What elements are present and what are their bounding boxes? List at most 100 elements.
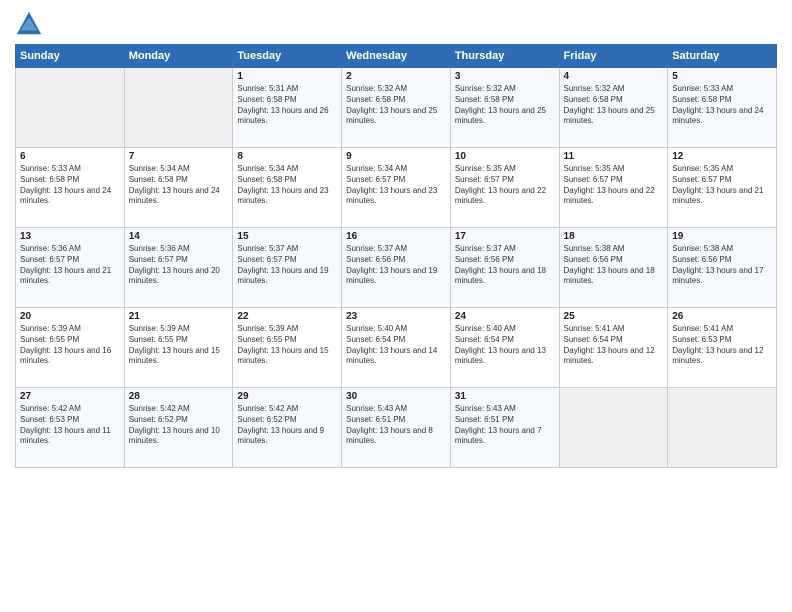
calendar-table: SundayMondayTuesdayWednesdayThursdayFrid… <box>15 44 777 468</box>
day-detail: Sunrise: 5:34 AMSunset: 6:58 PMDaylight:… <box>129 164 229 207</box>
day-number: 14 <box>129 231 229 242</box>
calendar-week-3: 13 Sunrise: 5:36 AMSunset: 6:57 PMDayligh… <box>16 228 777 308</box>
day-number: 29 <box>237 391 337 402</box>
calendar-cell <box>124 68 233 148</box>
weekday-header-sunday: Sunday <box>16 45 125 68</box>
header <box>15 10 777 38</box>
weekday-header-wednesday: Wednesday <box>342 45 451 68</box>
day-detail: Sunrise: 5:39 AMSunset: 6:55 PMDaylight:… <box>237 324 337 367</box>
calendar-cell: 22 Sunrise: 5:39 AMSunset: 6:55 PMDayligh… <box>233 308 342 388</box>
calendar-cell: 12 Sunrise: 5:35 AMSunset: 6:57 PMDayligh… <box>668 148 777 228</box>
calendar-cell: 9 Sunrise: 5:34 AMSunset: 6:57 PMDaylight… <box>342 148 451 228</box>
day-number: 28 <box>129 391 229 402</box>
weekday-header-saturday: Saturday <box>668 45 777 68</box>
day-number: 19 <box>672 231 772 242</box>
day-detail: Sunrise: 5:40 AMSunset: 6:54 PMDaylight:… <box>455 324 555 367</box>
day-number: 10 <box>455 151 555 162</box>
calendar-cell: 31 Sunrise: 5:43 AMSunset: 6:51 PMDayligh… <box>450 388 559 468</box>
day-detail: Sunrise: 5:42 AMSunset: 6:52 PMDaylight:… <box>237 404 337 447</box>
day-detail: Sunrise: 5:37 AMSunset: 6:56 PMDaylight:… <box>346 244 446 287</box>
calendar-cell: 23 Sunrise: 5:40 AMSunset: 6:54 PMDayligh… <box>342 308 451 388</box>
calendar-cell <box>668 388 777 468</box>
logo <box>15 10 47 38</box>
day-number: 8 <box>237 151 337 162</box>
calendar-cell: 14 Sunrise: 5:36 AMSunset: 6:57 PMDayligh… <box>124 228 233 308</box>
day-number: 31 <box>455 391 555 402</box>
day-number: 17 <box>455 231 555 242</box>
day-number: 26 <box>672 311 772 322</box>
weekday-header-monday: Monday <box>124 45 233 68</box>
day-number: 5 <box>672 71 772 82</box>
day-number: 22 <box>237 311 337 322</box>
day-detail: Sunrise: 5:41 AMSunset: 6:53 PMDaylight:… <box>672 324 772 367</box>
calendar-cell: 3 Sunrise: 5:32 AMSunset: 6:58 PMDaylight… <box>450 68 559 148</box>
calendar-page: SundayMondayTuesdayWednesdayThursdayFrid… <box>0 0 792 612</box>
day-number: 11 <box>564 151 664 162</box>
day-detail: Sunrise: 5:31 AMSunset: 6:58 PMDaylight:… <box>237 84 337 127</box>
calendar-cell: 26 Sunrise: 5:41 AMSunset: 6:53 PMDayligh… <box>668 308 777 388</box>
calendar-cell: 28Sunrise: 5:42 AMSunset: 6:52 PMDayligh… <box>124 388 233 468</box>
day-number: 12 <box>672 151 772 162</box>
day-number: 13 <box>20 231 120 242</box>
calendar-week-1: 1 Sunrise: 5:31 AMSunset: 6:58 PMDaylight… <box>16 68 777 148</box>
day-number: 23 <box>346 311 446 322</box>
day-detail: Sunrise: 5:34 AMSunset: 6:57 PMDaylight:… <box>346 164 446 207</box>
day-number: 15 <box>237 231 337 242</box>
day-detail: Sunrise: 5:43 AMSunset: 6:51 PMDaylight:… <box>455 404 555 447</box>
day-detail: Sunrise: 5:37 AMSunset: 6:57 PMDaylight:… <box>237 244 337 287</box>
day-number: 27 <box>20 391 120 402</box>
day-number: 7 <box>129 151 229 162</box>
day-detail: Sunrise: 5:36 AMSunset: 6:57 PMDaylight:… <box>20 244 120 287</box>
day-number: 1 <box>237 71 337 82</box>
day-detail: Sunrise: 5:40 AMSunset: 6:54 PMDaylight:… <box>346 324 446 367</box>
calendar-cell: 5Sunrise: 5:33 AMSunset: 6:58 PMDaylight… <box>668 68 777 148</box>
day-detail: Sunrise: 5:43 AMSunset: 6:51 PMDaylight:… <box>346 404 446 447</box>
day-number: 21 <box>129 311 229 322</box>
day-detail: Sunrise: 5:32 AMSunset: 6:58 PMDaylight:… <box>346 84 446 127</box>
day-detail: Sunrise: 5:39 AMSunset: 6:55 PMDaylight:… <box>20 324 120 367</box>
day-detail: Sunrise: 5:32 AMSunset: 6:58 PMDaylight:… <box>564 84 664 127</box>
weekday-header-thursday: Thursday <box>450 45 559 68</box>
calendar-cell: 29 Sunrise: 5:42 AMSunset: 6:52 PMDayligh… <box>233 388 342 468</box>
day-number: 4 <box>564 71 664 82</box>
weekday-header-friday: Friday <box>559 45 668 68</box>
calendar-week-2: 6Sunrise: 5:33 AMSunset: 6:58 PMDaylight… <box>16 148 777 228</box>
day-number: 9 <box>346 151 446 162</box>
day-number: 30 <box>346 391 446 402</box>
day-detail: Sunrise: 5:32 AMSunset: 6:58 PMDaylight:… <box>455 84 555 127</box>
calendar-cell: 17 Sunrise: 5:37 AMSunset: 6:56 PMDayligh… <box>450 228 559 308</box>
calendar-cell: 11 Sunrise: 5:35 AMSunset: 6:57 PMDayligh… <box>559 148 668 228</box>
day-number: 6 <box>20 151 120 162</box>
day-number: 2 <box>346 71 446 82</box>
logo-icon <box>15 10 43 38</box>
weekday-header-tuesday: Tuesday <box>233 45 342 68</box>
day-detail: Sunrise: 5:42 AMSunset: 6:53 PMDaylight:… <box>20 404 120 447</box>
calendar-cell: 20Sunrise: 5:39 AMSunset: 6:55 PMDayligh… <box>16 308 125 388</box>
day-number: 3 <box>455 71 555 82</box>
calendar-cell: 25Sunrise: 5:41 AMSunset: 6:54 PMDayligh… <box>559 308 668 388</box>
calendar-cell: 6Sunrise: 5:33 AMSunset: 6:58 PMDaylight… <box>16 148 125 228</box>
day-detail: Sunrise: 5:35 AMSunset: 6:57 PMDaylight:… <box>564 164 664 207</box>
day-detail: Sunrise: 5:38 AMSunset: 6:56 PMDaylight:… <box>564 244 664 287</box>
calendar-cell: 24Sunrise: 5:40 AMSunset: 6:54 PMDayligh… <box>450 308 559 388</box>
day-detail: Sunrise: 5:35 AMSunset: 6:57 PMDaylight:… <box>455 164 555 207</box>
day-detail: Sunrise: 5:35 AMSunset: 6:57 PMDaylight:… <box>672 164 772 207</box>
calendar-cell: 2 Sunrise: 5:32 AMSunset: 6:58 PMDaylight… <box>342 68 451 148</box>
day-detail: Sunrise: 5:36 AMSunset: 6:57 PMDaylight:… <box>129 244 229 287</box>
calendar-cell: 16 Sunrise: 5:37 AMSunset: 6:56 PMDayligh… <box>342 228 451 308</box>
day-detail: Sunrise: 5:34 AMSunset: 6:58 PMDaylight:… <box>237 164 337 207</box>
calendar-cell: 27 Sunrise: 5:42 AMSunset: 6:53 PMDayligh… <box>16 388 125 468</box>
calendar-cell: 15 Sunrise: 5:37 AMSunset: 6:57 PMDayligh… <box>233 228 342 308</box>
day-detail: Sunrise: 5:39 AMSunset: 6:55 PMDaylight:… <box>129 324 229 367</box>
calendar-cell <box>16 68 125 148</box>
calendar-cell <box>559 388 668 468</box>
calendar-cell: 19 Sunrise: 5:38 AMSunset: 6:56 PMDayligh… <box>668 228 777 308</box>
day-number: 18 <box>564 231 664 242</box>
day-number: 16 <box>346 231 446 242</box>
calendar-cell: 18 Sunrise: 5:38 AMSunset: 6:56 PMDayligh… <box>559 228 668 308</box>
day-number: 25 <box>564 311 664 322</box>
day-detail: Sunrise: 5:38 AMSunset: 6:56 PMDaylight:… <box>672 244 772 287</box>
day-detail: Sunrise: 5:37 AMSunset: 6:56 PMDaylight:… <box>455 244 555 287</box>
calendar-week-5: 27 Sunrise: 5:42 AMSunset: 6:53 PMDayligh… <box>16 388 777 468</box>
calendar-cell: 1 Sunrise: 5:31 AMSunset: 6:58 PMDaylight… <box>233 68 342 148</box>
